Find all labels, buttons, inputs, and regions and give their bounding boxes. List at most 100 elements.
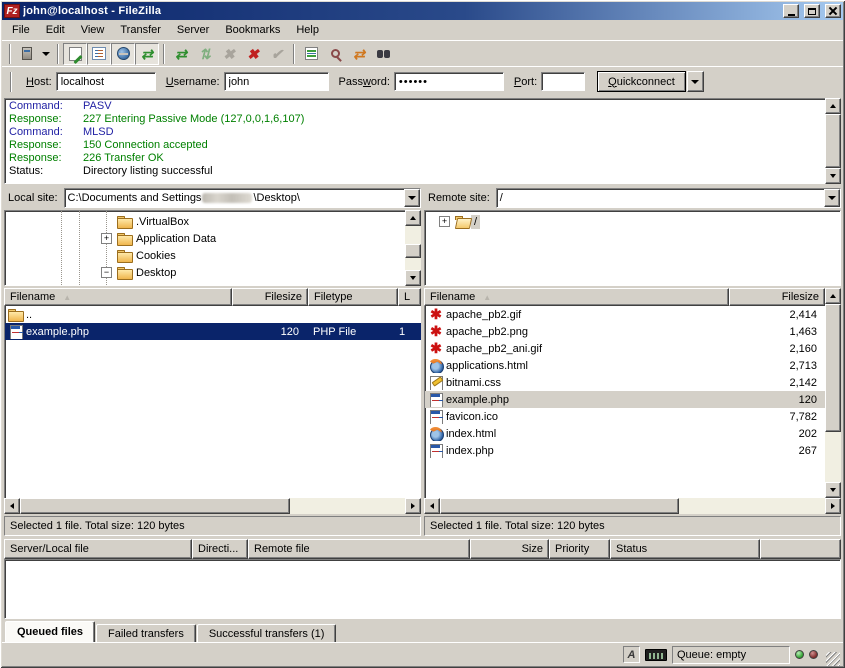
- column-header-size[interactable]: Size: [470, 539, 549, 559]
- local-site-row: Local site: C:\Documents and Settings\De…: [4, 187, 421, 209]
- column-header-lastmodified[interactable]: L: [398, 288, 421, 306]
- folder-icon: [117, 232, 133, 246]
- file-row[interactable]: index.php267: [425, 442, 825, 459]
- sync-browsing-button[interactable]: ⇄: [347, 43, 371, 65]
- encryption-indicator-icon[interactable]: [645, 649, 667, 661]
- file-row-parent-dir[interactable]: ..: [5, 306, 421, 323]
- column-header-filesize[interactable]: Filesize: [232, 288, 308, 306]
- remote-list-hscrollbar[interactable]: [424, 498, 841, 514]
- refresh-button[interactable]: ⇄: [169, 43, 193, 65]
- disconnect-button[interactable]: ✖: [241, 43, 265, 65]
- remote-path-combo[interactable]: /: [496, 188, 841, 208]
- host-input[interactable]: [56, 72, 156, 91]
- remote-status-bar: Selected 1 file. Total size: 120 bytes: [424, 516, 841, 536]
- title-bar: Fz john@localhost - FileZilla: [2, 2, 843, 20]
- expand-icon[interactable]: +: [439, 216, 450, 227]
- tree-item-cookies[interactable]: Cookies: [5, 247, 405, 264]
- file-row[interactable]: apache_pb2.gif2,414: [425, 306, 825, 323]
- file-row[interactable]: applications.html2,713: [425, 357, 825, 374]
- transfer-type-indicator-icon[interactable]: A: [623, 646, 640, 663]
- tab-failed-transfers[interactable]: Failed transfers: [96, 624, 196, 642]
- toggle-message-log-button[interactable]: [63, 43, 87, 65]
- compare-button[interactable]: [323, 43, 347, 65]
- scroll-down-button[interactable]: [825, 482, 841, 498]
- local-tree-scrollbar[interactable]: [405, 210, 421, 286]
- log-line: Command:MLSD: [9, 126, 821, 139]
- scroll-up-button[interactable]: [825, 288, 841, 304]
- file-row-example-php-selected[interactable]: example.php 120 PHP File 1: [5, 323, 421, 340]
- scroll-up-button[interactable]: [825, 98, 841, 114]
- column-header-filename[interactable]: Filename▲: [424, 288, 729, 306]
- scroll-left-button[interactable]: [4, 498, 20, 514]
- log-line: Response:226 Transfer OK: [9, 152, 821, 165]
- column-header-filetype[interactable]: Filetype: [308, 288, 398, 306]
- menu-view[interactable]: View: [73, 22, 113, 38]
- close-button[interactable]: [825, 4, 841, 18]
- file-row[interactable]: bitnami.css2,142: [425, 374, 825, 391]
- remote-list-scrollbar[interactable]: [825, 288, 841, 498]
- column-header-priority[interactable]: Priority: [549, 539, 610, 559]
- menu-bookmarks[interactable]: Bookmarks: [217, 22, 288, 38]
- menu-transfer[interactable]: Transfer: [112, 22, 169, 38]
- file-row-example-php-selected[interactable]: example.php120: [425, 391, 825, 408]
- column-header-filesize[interactable]: Filesize: [729, 288, 825, 306]
- scroll-down-button[interactable]: [825, 168, 841, 184]
- log-scrollbar[interactable]: [825, 98, 841, 184]
- quickconnect-button[interactable]: Quickconnect: [597, 71, 686, 92]
- column-header-status[interactable]: Status: [610, 539, 760, 559]
- local-path-dropdown[interactable]: [404, 189, 420, 207]
- cancel-operation-button[interactable]: ✖: [217, 43, 241, 65]
- maximize-button[interactable]: [804, 4, 820, 18]
- process-queue-button[interactable]: ⇅: [193, 43, 217, 65]
- column-header-remote-file[interactable]: Remote file: [248, 539, 470, 559]
- expand-icon[interactable]: +: [101, 233, 112, 244]
- port-input[interactable]: [541, 72, 585, 91]
- file-row[interactable]: favicon.ico7,782: [425, 408, 825, 425]
- scroll-right-button[interactable]: [825, 498, 841, 514]
- column-header-direction[interactable]: Directi...: [192, 539, 248, 559]
- site-manager-button[interactable]: [15, 43, 39, 65]
- menu-server[interactable]: Server: [169, 22, 217, 38]
- scroll-down-button[interactable]: [405, 270, 421, 286]
- close-icon: [829, 7, 837, 15]
- file-icon: [428, 393, 444, 407]
- column-header-filename[interactable]: Filename▲: [4, 288, 232, 306]
- collapse-icon[interactable]: −: [101, 267, 112, 278]
- tree-item-desktop[interactable]: − Desktop: [5, 264, 405, 281]
- column-header-server-local-file[interactable]: Server/Local file: [4, 539, 192, 559]
- local-list-hscrollbar[interactable]: [4, 498, 421, 514]
- queue-tabs: Queued files Failed transfers Successful…: [2, 619, 843, 642]
- password-input[interactable]: [394, 72, 504, 91]
- filter-button[interactable]: [299, 43, 323, 65]
- menu-file[interactable]: File: [4, 22, 38, 38]
- menu-help[interactable]: Help: [288, 22, 327, 38]
- site-manager-dropdown[interactable]: [39, 43, 53, 65]
- minimize-button[interactable]: [783, 4, 799, 18]
- tree-item-application-data[interactable]: + Application Data: [5, 230, 405, 247]
- tree-item-root[interactable]: + /: [425, 213, 840, 230]
- find-files-button[interactable]: [371, 43, 395, 65]
- remote-path-dropdown[interactable]: [824, 189, 840, 207]
- tab-successful-transfers[interactable]: Successful transfers (1): [197, 624, 337, 642]
- tree-item-virtualbox[interactable]: .VirtualBox: [5, 213, 405, 230]
- toolbar: ⇄ ⇄ ⇅ ✖ ✖ ✔ ⇄: [2, 40, 843, 66]
- local-path-combo[interactable]: C:\Documents and Settings\Desktop\: [64, 188, 421, 208]
- menu-edit[interactable]: Edit: [38, 22, 73, 38]
- scroll-up-button[interactable]: [405, 210, 421, 226]
- resize-grip[interactable]: [826, 652, 840, 666]
- quickconnect-dropdown[interactable]: [687, 71, 704, 92]
- file-row[interactable]: index.html202: [425, 425, 825, 442]
- file-row[interactable]: apache_pb2_ani.gif2,160: [425, 340, 825, 357]
- toggle-local-tree-button[interactable]: [87, 43, 111, 65]
- file-icon: [428, 342, 444, 356]
- tab-queued-files[interactable]: Queued files: [5, 621, 95, 642]
- reconnect-button[interactable]: ✔: [265, 43, 289, 65]
- queue-list[interactable]: [4, 559, 841, 619]
- username-input[interactable]: [224, 72, 329, 91]
- scroll-left-button[interactable]: [424, 498, 440, 514]
- message-log: Command:PASV Response:227 Entering Passi…: [4, 98, 841, 184]
- scroll-right-button[interactable]: [405, 498, 421, 514]
- toggle-remote-tree-button[interactable]: [111, 43, 135, 65]
- toggle-queue-button[interactable]: ⇄: [135, 43, 159, 65]
- file-row[interactable]: apache_pb2.png1,463: [425, 323, 825, 340]
